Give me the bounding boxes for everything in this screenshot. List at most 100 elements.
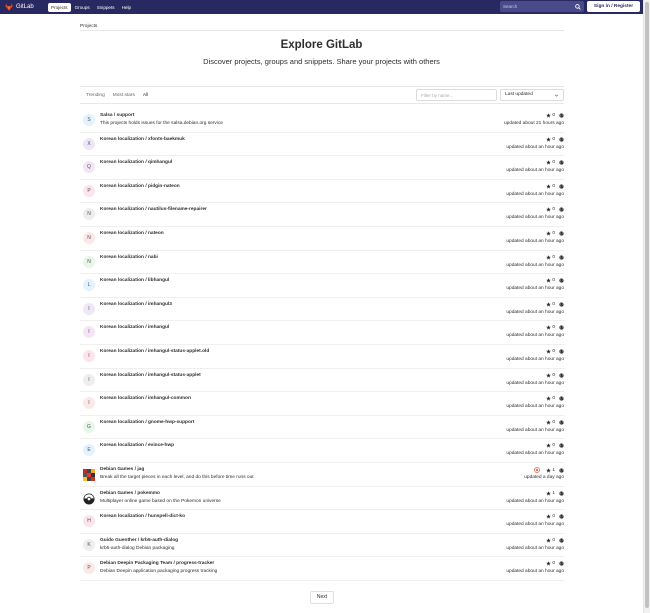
project-row[interactable]: Debian Games / pokemmo Multiplayer online… bbox=[80, 487, 564, 511]
star-icon[interactable] bbox=[546, 372, 552, 378]
project-row[interactable]: I Korean localization / imhangul3 0 updated… bbox=[80, 298, 564, 322]
star-icon[interactable] bbox=[546, 160, 552, 165]
project-row[interactable]: K Guido Guenther / krb5-auth-dialog krb5-a… bbox=[80, 534, 564, 558]
filter-by-name-input[interactable] bbox=[416, 89, 497, 101]
project-avatar[interactable]: I bbox=[83, 326, 95, 339]
nav-help[interactable]: Help bbox=[119, 3, 134, 12]
project-name-link[interactable]: Korean localization / imhangul-status-ap… bbox=[100, 349, 209, 354]
project-avatar[interactable]: I bbox=[83, 302, 95, 315]
search-icon[interactable] bbox=[575, 3, 581, 10]
project-avatar[interactable]: N bbox=[83, 208, 95, 221]
project-row[interactable]: X Korean localization / xfonts-baekmuk 0 up… bbox=[80, 133, 564, 157]
sort-dropdown[interactable]: Last updated bbox=[500, 89, 564, 101]
project-name-link[interactable]: Korean localization / hunspell-dict-ko bbox=[100, 514, 185, 519]
project-row[interactable]: S Salsa / support This projects holds issu… bbox=[80, 109, 564, 133]
project-row[interactable]: I Korean localization / imhangul-status-a… bbox=[80, 345, 564, 369]
star-icon[interactable] bbox=[546, 561, 552, 566]
project-avatar[interactable]: N bbox=[83, 232, 95, 244]
star-icon[interactable] bbox=[546, 184, 552, 189]
project-name-link[interactable]: Korean localization / libhangul bbox=[100, 278, 169, 283]
project-row[interactable]: G Korean localization / gnome-hwp-support… bbox=[80, 416, 564, 440]
star-icon[interactable] bbox=[546, 302, 552, 307]
project-row[interactable]: I Korean localization / imhangul-status-a… bbox=[80, 369, 564, 393]
scrollbar[interactable] bbox=[643, 0, 650, 613]
project-name-link[interactable]: Korean localization / gnome-hwp-support bbox=[100, 420, 194, 425]
tab-all[interactable]: All bbox=[143, 93, 148, 98]
star-count: 0 bbox=[552, 561, 555, 567]
pokeball-icon[interactable] bbox=[83, 492, 95, 505]
jag-icon[interactable] bbox=[83, 468, 95, 481]
project-row[interactable]: Debian Games / jag Break all the target p… bbox=[80, 463, 564, 487]
star-icon[interactable] bbox=[546, 113, 552, 118]
project-row[interactable]: P Korean localization / pidgin-nateon 0 upd… bbox=[80, 180, 564, 204]
breadcrumb[interactable]: Projects bbox=[80, 24, 97, 29]
project-avatar[interactable]: K bbox=[83, 538, 95, 551]
project-row[interactable]: E Korean localization / evince-hwp 0 update… bbox=[80, 439, 564, 463]
star-icon[interactable] bbox=[546, 396, 552, 401]
star-icon[interactable] bbox=[546, 420, 552, 425]
project-avatar[interactable]: L bbox=[83, 279, 95, 292]
project-name-link[interactable]: Korean localization / xfonts-baekmuk bbox=[100, 137, 185, 142]
scrollbar-thumb[interactable] bbox=[645, 2, 649, 608]
star-icon[interactable] bbox=[546, 467, 552, 473]
star-icon[interactable] bbox=[546, 278, 552, 283]
project-avatar[interactable]: I bbox=[83, 397, 95, 410]
project-name-link[interactable]: Korean localization / imhangul bbox=[100, 325, 169, 330]
search-input[interactable] bbox=[503, 4, 575, 9]
project-avatar[interactable]: P bbox=[83, 184, 95, 197]
project-name-link[interactable]: Korean localization / nautilus-filename-… bbox=[100, 207, 207, 212]
star-icon[interactable] bbox=[546, 231, 552, 236]
project-row[interactable]: P Debian Deepin Packaging Team / progress… bbox=[80, 557, 564, 581]
star-icon[interactable] bbox=[546, 325, 552, 330]
star-icon[interactable] bbox=[546, 349, 552, 354]
star-icon[interactable] bbox=[546, 514, 552, 519]
project-name-link[interactable]: Korean localization / pidgin-nateon bbox=[100, 184, 180, 189]
project-row[interactable]: L Korean localization / libhangul 0 updated… bbox=[80, 274, 564, 298]
project-avatar[interactable]: N bbox=[83, 255, 95, 268]
project-avatar[interactable]: I bbox=[83, 373, 95, 386]
tab-most-stars[interactable]: Most stars bbox=[113, 93, 135, 98]
project-row[interactable]: N Korean localization / nautilus-filename… bbox=[80, 203, 564, 227]
star-icon[interactable] bbox=[546, 207, 552, 212]
pipeline-failed-icon[interactable] bbox=[534, 467, 541, 473]
sign-in-button[interactable]: Sign in / Register bbox=[587, 1, 640, 12]
project-row[interactable]: N Korean localization / nateon 0 updated ab… bbox=[80, 227, 564, 251]
project-avatar[interactable]: Q bbox=[83, 161, 95, 174]
project-name-link[interactable]: Debian Deepin Packaging Team / progress-… bbox=[100, 561, 214, 566]
star-icon[interactable] bbox=[546, 490, 552, 496]
project-avatar[interactable]: X bbox=[83, 137, 95, 150]
star-icon[interactable] bbox=[546, 538, 552, 543]
project-row[interactable]: Q Korean localization / qimhangul 0 updated… bbox=[80, 156, 564, 180]
nav-snippets[interactable]: Snippets bbox=[94, 3, 118, 12]
project-row[interactable]: N Korean localization / nabi 0 updated abou… bbox=[80, 251, 564, 275]
star-count: 0 bbox=[552, 396, 555, 402]
brand[interactable]: GitLab bbox=[0, 0, 48, 14]
nav-groups[interactable]: Groups bbox=[72, 3, 93, 12]
project-row[interactable]: H Korean localization / hunspell-dict-ko 0… bbox=[80, 510, 564, 534]
project-avatar[interactable]: P bbox=[83, 562, 95, 575]
project-avatar[interactable]: I bbox=[83, 350, 95, 362]
project-name-link[interactable]: Debian Games / pokemmo bbox=[100, 491, 160, 496]
nav-projects[interactable]: Projects bbox=[48, 2, 71, 12]
project-name-link[interactable]: Korean localization / imhangul3 bbox=[100, 302, 172, 307]
project-name-link[interactable]: Korean localization / nateon bbox=[100, 231, 164, 236]
project-row[interactable]: I Korean localization / imhangul 0 updated … bbox=[80, 321, 564, 345]
project-avatar[interactable]: S bbox=[83, 114, 95, 126]
tab-trending[interactable]: Trending bbox=[86, 93, 105, 98]
next-page-button[interactable]: Next bbox=[310, 591, 334, 604]
project-avatar[interactable]: G bbox=[83, 420, 95, 433]
project-avatar[interactable]: H bbox=[83, 515, 95, 528]
project-name-link[interactable]: Debian Games / jag bbox=[100, 467, 144, 472]
star-icon[interactable] bbox=[546, 136, 552, 142]
project-name-link[interactable]: Korean localization / imhangul-status-ap… bbox=[100, 373, 201, 378]
project-name-link[interactable]: Korean localization / evince-hwp bbox=[100, 443, 174, 448]
project-avatar[interactable]: E bbox=[83, 444, 95, 457]
star-icon[interactable] bbox=[546, 254, 552, 260]
project-name-link[interactable]: Korean localization / imhangul-common bbox=[100, 396, 191, 401]
project-name-link[interactable]: Korean localization / nabi bbox=[100, 255, 158, 260]
project-name-link[interactable]: Salsa / support bbox=[100, 113, 134, 118]
project-name-link[interactable]: Korean localization / qimhangul bbox=[100, 160, 172, 165]
project-name-link[interactable]: Guido Guenther / krb5-auth-dialog bbox=[100, 538, 178, 543]
star-icon[interactable] bbox=[546, 443, 552, 448]
project-row[interactable]: I Korean localization / imhangul-common 0 u… bbox=[80, 392, 564, 416]
